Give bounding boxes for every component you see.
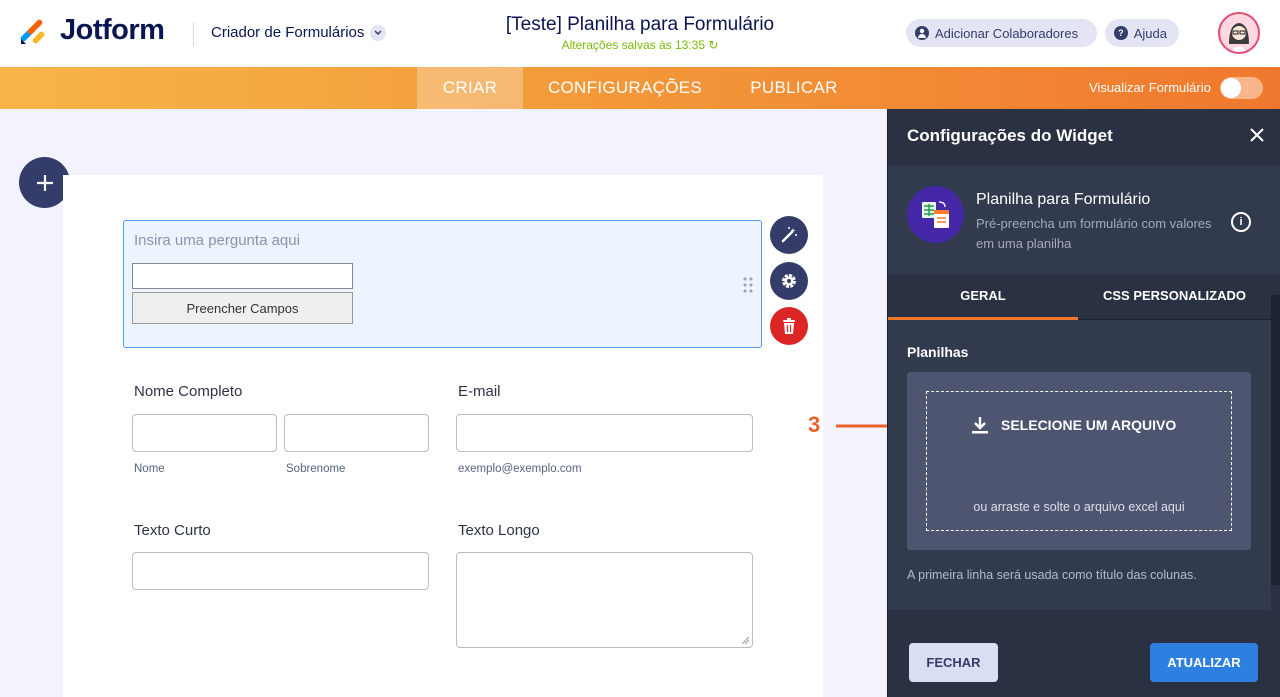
short-text-label: Texto Curto bbox=[134, 522, 211, 539]
email-input[interactable] bbox=[456, 414, 753, 452]
widget-description: Pré-preencha um formulário com valores e… bbox=[976, 216, 1212, 251]
close-button[interactable]: FECHAR bbox=[909, 643, 998, 682]
full-name-label: Nome Completo bbox=[134, 383, 243, 400]
tab-publicar[interactable]: PUBLICAR bbox=[740, 67, 848, 109]
select-file-label: SELECIONE UM ARQUIVO bbox=[1001, 417, 1177, 433]
saved-status: Alterações salvas às 13:35 ↻ bbox=[440, 38, 840, 52]
chevron-down-icon bbox=[370, 24, 387, 41]
question-icon: ? bbox=[1114, 26, 1128, 40]
widget-name: Planilha para Formulário bbox=[976, 191, 1151, 208]
widget-header: Planilha para Formulário Pré-preencha um… bbox=[888, 165, 1280, 275]
drag-handle-icon[interactable] bbox=[743, 277, 753, 293]
panel-title: Configurações do Widget bbox=[907, 126, 1113, 145]
creator-dropdown[interactable]: Criador de Formulários bbox=[211, 24, 387, 41]
magic-wand-icon bbox=[781, 227, 797, 243]
avatar[interactable] bbox=[1218, 12, 1260, 54]
email-sublabel: exemplo@exemplo.com bbox=[458, 463, 582, 475]
tab-css-personalizado[interactable]: CSS PERSONALIZADO bbox=[1078, 275, 1271, 320]
last-name-input[interactable] bbox=[284, 414, 429, 452]
panel-tabs: GERAL CSS PERSONALIZADO bbox=[888, 275, 1280, 320]
form-title-block: [Teste] Planilha para Formulário Alteraç… bbox=[440, 14, 840, 52]
drag-drop-text: ou arraste e solte o arquivo excel aqui bbox=[973, 500, 1185, 514]
add-collaborators-label: Adicionar Colaboradores bbox=[935, 25, 1079, 41]
first-name-input[interactable] bbox=[132, 414, 277, 452]
short-text-input[interactable] bbox=[132, 552, 429, 590]
gear-icon bbox=[782, 274, 796, 288]
tab-geral[interactable]: GERAL bbox=[888, 275, 1078, 320]
last-name-sublabel: Sobrenome bbox=[286, 463, 346, 475]
trash-icon bbox=[783, 318, 795, 334]
user-icon bbox=[915, 26, 929, 40]
brand-name[interactable]: Jotform bbox=[60, 14, 165, 47]
header-row-hint: A primeira linha será usada como título … bbox=[907, 568, 1197, 582]
preview-label: Visualizar Formulário bbox=[1089, 80, 1211, 95]
update-button[interactable]: ATUALIZAR bbox=[1150, 643, 1258, 682]
spreadsheet-widget-icon bbox=[907, 186, 964, 243]
widget-settings-panel: Configurações do Widget Planilha para Fo… bbox=[887, 109, 1280, 697]
info-icon[interactable]: i bbox=[1231, 212, 1251, 232]
form-title[interactable]: [Teste] Planilha para Formulário bbox=[440, 14, 840, 36]
nav-bar: CRIAR CONFIGURAÇÕES PUBLICAR Visualizar … bbox=[0, 67, 1280, 109]
fill-fields-button[interactable]: Preencher Campos bbox=[132, 292, 353, 324]
wand-button[interactable] bbox=[770, 216, 808, 254]
settings-button[interactable] bbox=[770, 262, 808, 300]
help-label: Ajuda bbox=[1133, 25, 1167, 41]
tab-configuracoes[interactable]: CONFIGURAÇÕES bbox=[540, 67, 710, 109]
spreadsheets-label: Planilhas bbox=[907, 344, 969, 360]
add-collaborators-button[interactable]: Adicionar Colaboradores bbox=[906, 19, 1097, 47]
long-text-label: Texto Longo bbox=[458, 522, 540, 539]
drop-zone-border: SELECIONE UM ARQUIVO ou arraste e solte … bbox=[926, 391, 1232, 531]
file-drop-zone[interactable]: SELECIONE UM ARQUIVO ou arraste e solte … bbox=[907, 372, 1251, 550]
delete-button[interactable] bbox=[770, 307, 808, 345]
tab-criar[interactable]: CRIAR bbox=[417, 67, 523, 109]
saved-status-text: Alterações salvas às 13:35 bbox=[561, 38, 705, 52]
email-label: E-mail bbox=[458, 383, 501, 400]
resize-handle-icon[interactable] bbox=[742, 637, 749, 644]
preview-toggle[interactable] bbox=[1220, 77, 1263, 99]
help-button[interactable]: ? Ajuda bbox=[1105, 19, 1179, 47]
question-placeholder[interactable]: Insira uma pergunta aqui bbox=[134, 232, 300, 249]
header-divider bbox=[193, 22, 194, 46]
select-file-button[interactable]: SELECIONE UM ARQUIVO bbox=[971, 416, 1176, 434]
jotform-logo-icon[interactable] bbox=[18, 16, 48, 46]
top-bar: Jotform Criador de Formulários [Teste] P… bbox=[0, 0, 1280, 67]
close-icon[interactable] bbox=[1247, 125, 1267, 145]
refresh-icon: ↻ bbox=[708, 38, 719, 52]
plus-icon bbox=[36, 174, 53, 191]
first-name-sublabel: Nome bbox=[134, 463, 165, 475]
step-number: 3 bbox=[808, 412, 821, 437]
download-icon bbox=[972, 417, 988, 434]
spreadsheet-widget-field[interactable]: Insira uma pergunta aqui Preencher Campo… bbox=[123, 220, 762, 348]
panel-scrollbar[interactable] bbox=[1271, 295, 1280, 585]
toggle-knob bbox=[1221, 78, 1241, 98]
panel-body: Planilhas SELECIONE UM ARQUIVO ou arrast… bbox=[888, 320, 1271, 610]
long-text-textarea[interactable] bbox=[456, 552, 753, 648]
creator-label: Criador de Formulários bbox=[211, 24, 365, 41]
widget-input[interactable] bbox=[132, 263, 353, 289]
